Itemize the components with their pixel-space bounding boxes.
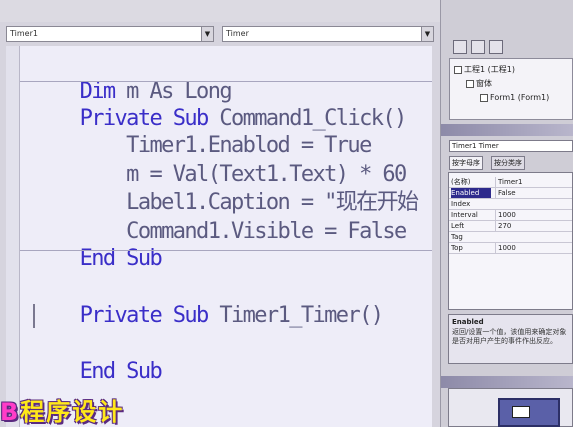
- tree-item-form1[interactable]: Form1 (Form1): [480, 93, 549, 103]
- object-combo-value: Timer1: [10, 29, 38, 38]
- property-row-selected[interactable]: Enabled False: [449, 188, 572, 199]
- property-row[interactable]: Tag: [449, 232, 572, 243]
- layout-title-bar: [441, 376, 573, 388]
- property-name: Index: [451, 200, 471, 208]
- code-text: Timer1_Timer(): [207, 303, 384, 328]
- properties-grid: (名称) Timer1 Enabled False Index Interval…: [448, 172, 573, 310]
- editor-gutter: [6, 46, 20, 427]
- view-object-button[interactable]: [471, 40, 485, 54]
- property-name: Top: [451, 244, 463, 252]
- form-position-preview[interactable]: [512, 406, 530, 418]
- property-value[interactable]: False: [495, 188, 571, 198]
- tree-item-project[interactable]: 工程1 (工程1): [454, 65, 515, 75]
- property-value[interactable]: Timer1: [495, 177, 571, 187]
- property-name: Tag: [451, 233, 463, 241]
- procedure-separator: [20, 250, 432, 251]
- code-window-title-bar: [0, 0, 440, 22]
- keyword: Private Sub: [79, 303, 210, 328]
- tab-categorized[interactable]: 按分类序: [491, 156, 525, 170]
- form-icon: [480, 93, 488, 102]
- procedure-combo[interactable]: Timer ▼: [222, 26, 434, 42]
- code-window: Timer1 ▼ Timer ▼ Dim m As Long Private S…: [0, 0, 440, 427]
- description-title: Enabled: [452, 318, 484, 326]
- property-name: (名称): [451, 178, 471, 186]
- chevron-down-icon[interactable]: ▼: [421, 27, 433, 41]
- logo-prefix: B: [0, 398, 21, 426]
- chevron-down-icon[interactable]: ▼: [201, 27, 213, 41]
- text-cursor: [33, 304, 35, 328]
- folder-icon: [466, 79, 474, 88]
- property-value[interactable]: 1000: [495, 243, 571, 253]
- property-description: Enabled 返回/设置一个值，该值用来确定对象是否对用户产生的事件作出反应。: [448, 314, 573, 364]
- view-code-button[interactable]: [453, 40, 467, 54]
- project-icon: [454, 65, 462, 74]
- property-row[interactable]: Interval 1000: [449, 210, 572, 221]
- property-row[interactable]: Left 270: [449, 221, 572, 232]
- project-toolbar: [449, 40, 569, 56]
- property-value[interactable]: 270: [495, 221, 571, 231]
- property-value[interactable]: 1000: [495, 210, 571, 220]
- properties-object-combo[interactable]: Timer1 Timer: [449, 140, 573, 152]
- tree-item-forms[interactable]: 窗体: [466, 79, 492, 89]
- property-name: Left: [451, 222, 465, 230]
- property-name: Enabled: [451, 188, 491, 198]
- course-logo: B程序设计: [0, 398, 124, 427]
- property-row[interactable]: Index: [449, 199, 572, 210]
- property-row[interactable]: Top 1000: [449, 243, 572, 254]
- project-tree: 工程1 (工程1) 窗体 Form1 (Form1): [449, 58, 573, 120]
- toggle-folders-button[interactable]: [489, 40, 503, 54]
- keyword: End Sub: [79, 359, 163, 384]
- object-combo[interactable]: Timer1 ▼: [6, 26, 214, 42]
- property-row[interactable]: (名称) Timer1: [449, 177, 572, 188]
- property-name: Interval: [451, 211, 478, 219]
- procedure-combo-value: Timer: [226, 29, 249, 38]
- description-text: 返回/设置一个值，该值用来确定对象是否对用户产生的事件作出反应。: [452, 328, 567, 345]
- tab-alphabetic[interactable]: 按字母序: [449, 156, 483, 170]
- logo-title: 程序设计: [20, 398, 125, 426]
- properties-title-bar: [441, 124, 573, 136]
